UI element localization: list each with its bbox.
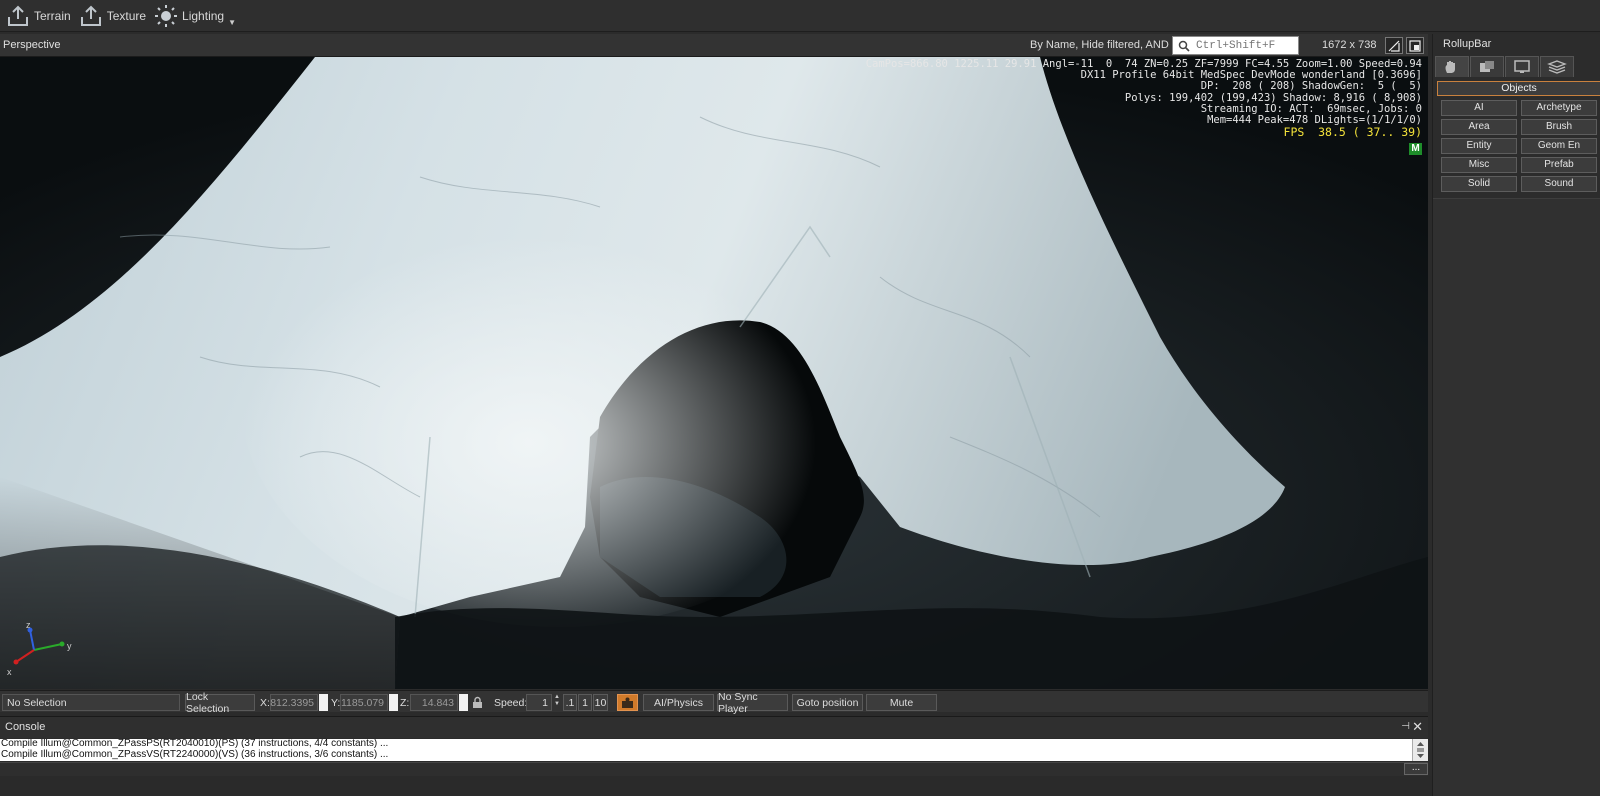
z-coordinate-input[interactable]: 14.843 xyxy=(410,694,458,711)
texture-button[interactable]: Texture xyxy=(77,2,152,30)
object-solid-button[interactable]: Solid xyxy=(1441,176,1517,192)
filter-mode-label[interactable]: By Name, Hide filtered, AND xyxy=(1030,39,1169,51)
maximize-icon xyxy=(1409,39,1421,52)
object-prefab-button[interactable]: Prefab xyxy=(1521,157,1597,173)
selection-status: No Selection xyxy=(2,694,180,711)
layers-tab-icon[interactable] xyxy=(1540,56,1574,77)
console-scrollbar[interactable] xyxy=(1412,739,1428,761)
rollup-tabs xyxy=(1435,56,1600,78)
perspective-viewport[interactable]: CamPos=866.80 1225.11 29.91 Angl=-11 0 7… xyxy=(0,57,1428,689)
object-brush-button[interactable]: Brush xyxy=(1521,119,1597,135)
speed-label: Speed: xyxy=(494,696,528,709)
x-spin[interactable] xyxy=(319,694,328,711)
console-header: Console ⊣ ✕ xyxy=(0,716,1428,738)
m-badge: M xyxy=(1409,143,1422,155)
hand-shape xyxy=(1445,61,1455,73)
speed-spinner[interactable]: ▲ ▼ xyxy=(553,694,561,711)
axis-label-z: z xyxy=(26,622,31,630)
z-spin[interactable] xyxy=(459,694,468,711)
stats-dp: DP: 208 ( 208) ShadowGen: 5 ( 5) xyxy=(1200,80,1422,93)
scene-render xyxy=(0,57,1428,689)
close-icon[interactable]: ✕ xyxy=(1412,719,1423,735)
x-coordinate-input[interactable]: 812.3395 xyxy=(270,694,318,711)
object-entity-button[interactable]: Entity xyxy=(1441,138,1517,154)
object-search-field[interactable] xyxy=(1172,36,1299,55)
object-archetype-button[interactable]: Archetype xyxy=(1521,100,1597,116)
console-input[interactable] xyxy=(0,762,1428,776)
no-sync-player-button[interactable]: No Sync Player xyxy=(717,691,788,715)
viewport-title[interactable]: Perspective xyxy=(0,39,60,51)
viewport-header: Perspective By Name, Hide filtered, AND … xyxy=(0,34,1428,57)
object-geom-entity-button[interactable]: Geom En xyxy=(1521,138,1597,154)
console-more-button[interactable]: ... xyxy=(1404,763,1428,775)
z-label: Z: xyxy=(400,696,410,709)
viewport-resolution: 1672 x 738 xyxy=(1322,39,1377,51)
box-shape xyxy=(1480,61,1494,72)
terrain-export-icon xyxy=(8,5,28,26)
lighting-button[interactable]: Lighting xyxy=(152,2,230,30)
terrain-button[interactable]: Terrain xyxy=(4,2,77,30)
speed-input[interactable]: 1 xyxy=(526,694,552,711)
status-bar: No Selection Lock Selection X: 812.3395 … xyxy=(0,690,1428,715)
objects-tab-icon[interactable] xyxy=(1435,56,1469,77)
pin-icon[interactable]: ⊣ xyxy=(1401,721,1410,732)
ruler-button[interactable] xyxy=(1385,37,1403,54)
console-output[interactable]: Compile Illum@Common_ZPassPS(RT2040010)(… xyxy=(0,739,1412,761)
main-toolbar: Terrain Texture Lighting ▼ xyxy=(0,0,1600,32)
object-ai-button[interactable]: AI xyxy=(1441,100,1517,116)
monitor-shape xyxy=(1514,60,1530,73)
objects-section-header[interactable]: Objects xyxy=(1437,81,1600,96)
terrain-label: Terrain xyxy=(34,8,71,23)
search-icon xyxy=(1178,40,1190,52)
texture-export-icon xyxy=(80,5,101,26)
modify-tab-icon[interactable] xyxy=(1470,56,1504,77)
spin-up-icon[interactable]: ▲ xyxy=(554,694,560,701)
lock-selection-button[interactable]: Lock Selection xyxy=(185,691,255,715)
speed-preset-10[interactable]: 10 xyxy=(593,694,608,711)
axis-gizmo: z y x xyxy=(7,622,72,677)
rollup-title: RollupBar xyxy=(1443,38,1492,50)
object-misc-button[interactable]: Misc xyxy=(1441,157,1517,173)
lighting-label: Lighting xyxy=(182,8,225,23)
texture-label: Texture xyxy=(106,8,147,23)
layers-shape xyxy=(1547,60,1567,74)
viewport-stats: CamPos=866.80 1225.11 29.91 Angl=-11 0 7… xyxy=(866,58,1422,140)
rollup-panel xyxy=(1433,198,1600,796)
axis-label-y: y xyxy=(67,641,72,651)
object-area-button[interactable]: Area xyxy=(1441,119,1517,135)
toolbar-dropdown-icon[interactable]: ▼ xyxy=(228,18,236,27)
y-label: Y: xyxy=(331,696,341,709)
ai-physics-button[interactable]: AI/Physics xyxy=(643,694,714,711)
axis-label-x: x xyxy=(7,667,12,677)
stats-fps: FPS 38.5 ( 37.. 39) xyxy=(1283,125,1422,140)
scroll-arrows-icon xyxy=(1417,742,1424,758)
mute-button[interactable]: Mute xyxy=(866,694,937,711)
y-spin[interactable] xyxy=(389,694,398,711)
rollup-bar: RollupBar Objects AI Archetype Area Brus… xyxy=(1432,34,1600,796)
search-input[interactable] xyxy=(1196,39,1296,52)
speed-preset-1[interactable]: 1 xyxy=(578,694,592,711)
console-line: Compile Illum@Common_ZPassVS(RT2240000)(… xyxy=(1,748,389,760)
display-tab-icon[interactable] xyxy=(1505,56,1539,77)
spin-down-icon[interactable]: ▼ xyxy=(554,701,560,708)
bottom-strip xyxy=(0,776,1600,796)
maximize-viewport-button[interactable] xyxy=(1406,37,1424,54)
y-coordinate-input[interactable]: 1185.079 xyxy=(340,694,388,711)
speed-preset-0-1[interactable]: .1 xyxy=(563,694,577,711)
ruler-icon xyxy=(1388,40,1400,52)
goto-position-button[interactable]: Goto position xyxy=(792,694,863,711)
sun-icon xyxy=(155,4,178,27)
x-label: X: xyxy=(260,696,270,709)
object-sound-button[interactable]: Sound xyxy=(1521,176,1597,192)
lock-coords-button[interactable] xyxy=(470,694,484,711)
console-title: Console xyxy=(5,721,46,733)
game-mode-icon xyxy=(622,697,633,708)
game-mode-button[interactable] xyxy=(617,694,638,711)
lock-icon xyxy=(472,696,482,708)
